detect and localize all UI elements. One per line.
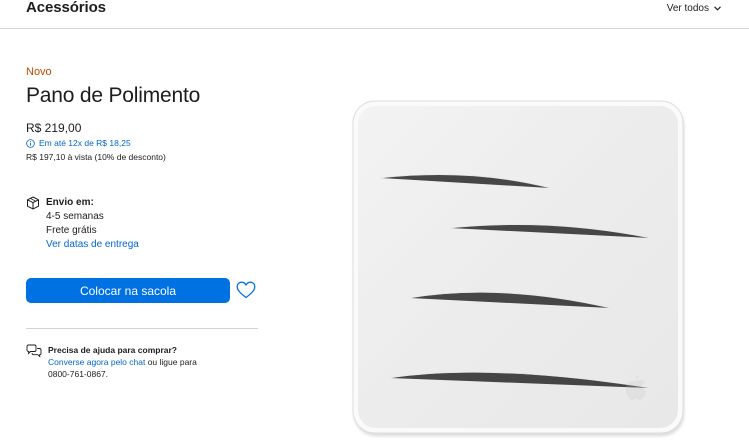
product-price: R$ 219,00 (26, 121, 82, 135)
chat-bubbles-icon (26, 344, 42, 358)
shipping-lead-time: 4-5 semanas (46, 211, 104, 222)
section-title: Acessórios (26, 0, 106, 16)
polishing-cloth-image (352, 100, 684, 436)
info-icon (26, 138, 35, 148)
see-all-label: Ver todos (666, 3, 709, 14)
help-title: Precisa de ajuda para comprar? (48, 345, 177, 355)
shipping-title: Envio em: (46, 197, 94, 208)
chevron-down-icon (714, 6, 721, 11)
help-phone: 0800-761-0867. (48, 369, 109, 379)
box-icon (27, 196, 39, 210)
product-title: Pano de Polimento (26, 84, 201, 107)
help-or-call: ou ligue para (145, 357, 197, 367)
installments-label: Em até 12x de R$ 18,25 (39, 138, 131, 148)
divider (26, 328, 258, 329)
cash-price: R$ 197,10 à vista (10% de desconto) (26, 152, 166, 162)
accessories-header: Acessórios Ver todos (0, 0, 749, 29)
see-all-button[interactable]: Ver todos (667, 3, 721, 14)
delivery-dates-link[interactable]: Ver datas de entrega (46, 239, 139, 250)
help-contact-line: Converse agora pelo chat ou ligue para (48, 357, 197, 367)
new-badge: Novo (26, 66, 52, 78)
add-to-bag-button[interactable]: Colocar na sacola (26, 278, 230, 303)
chat-now-link[interactable]: Converse agora pelo chat (48, 357, 145, 367)
shipping-cost: Frete grátis (46, 225, 97, 236)
shipping-info: Envio em: 4-5 semanas Frete grátis Ver d… (26, 196, 246, 256)
installments-link[interactable]: Em até 12x de R$ 18,25 (26, 138, 131, 148)
heart-icon[interactable] (236, 281, 256, 299)
